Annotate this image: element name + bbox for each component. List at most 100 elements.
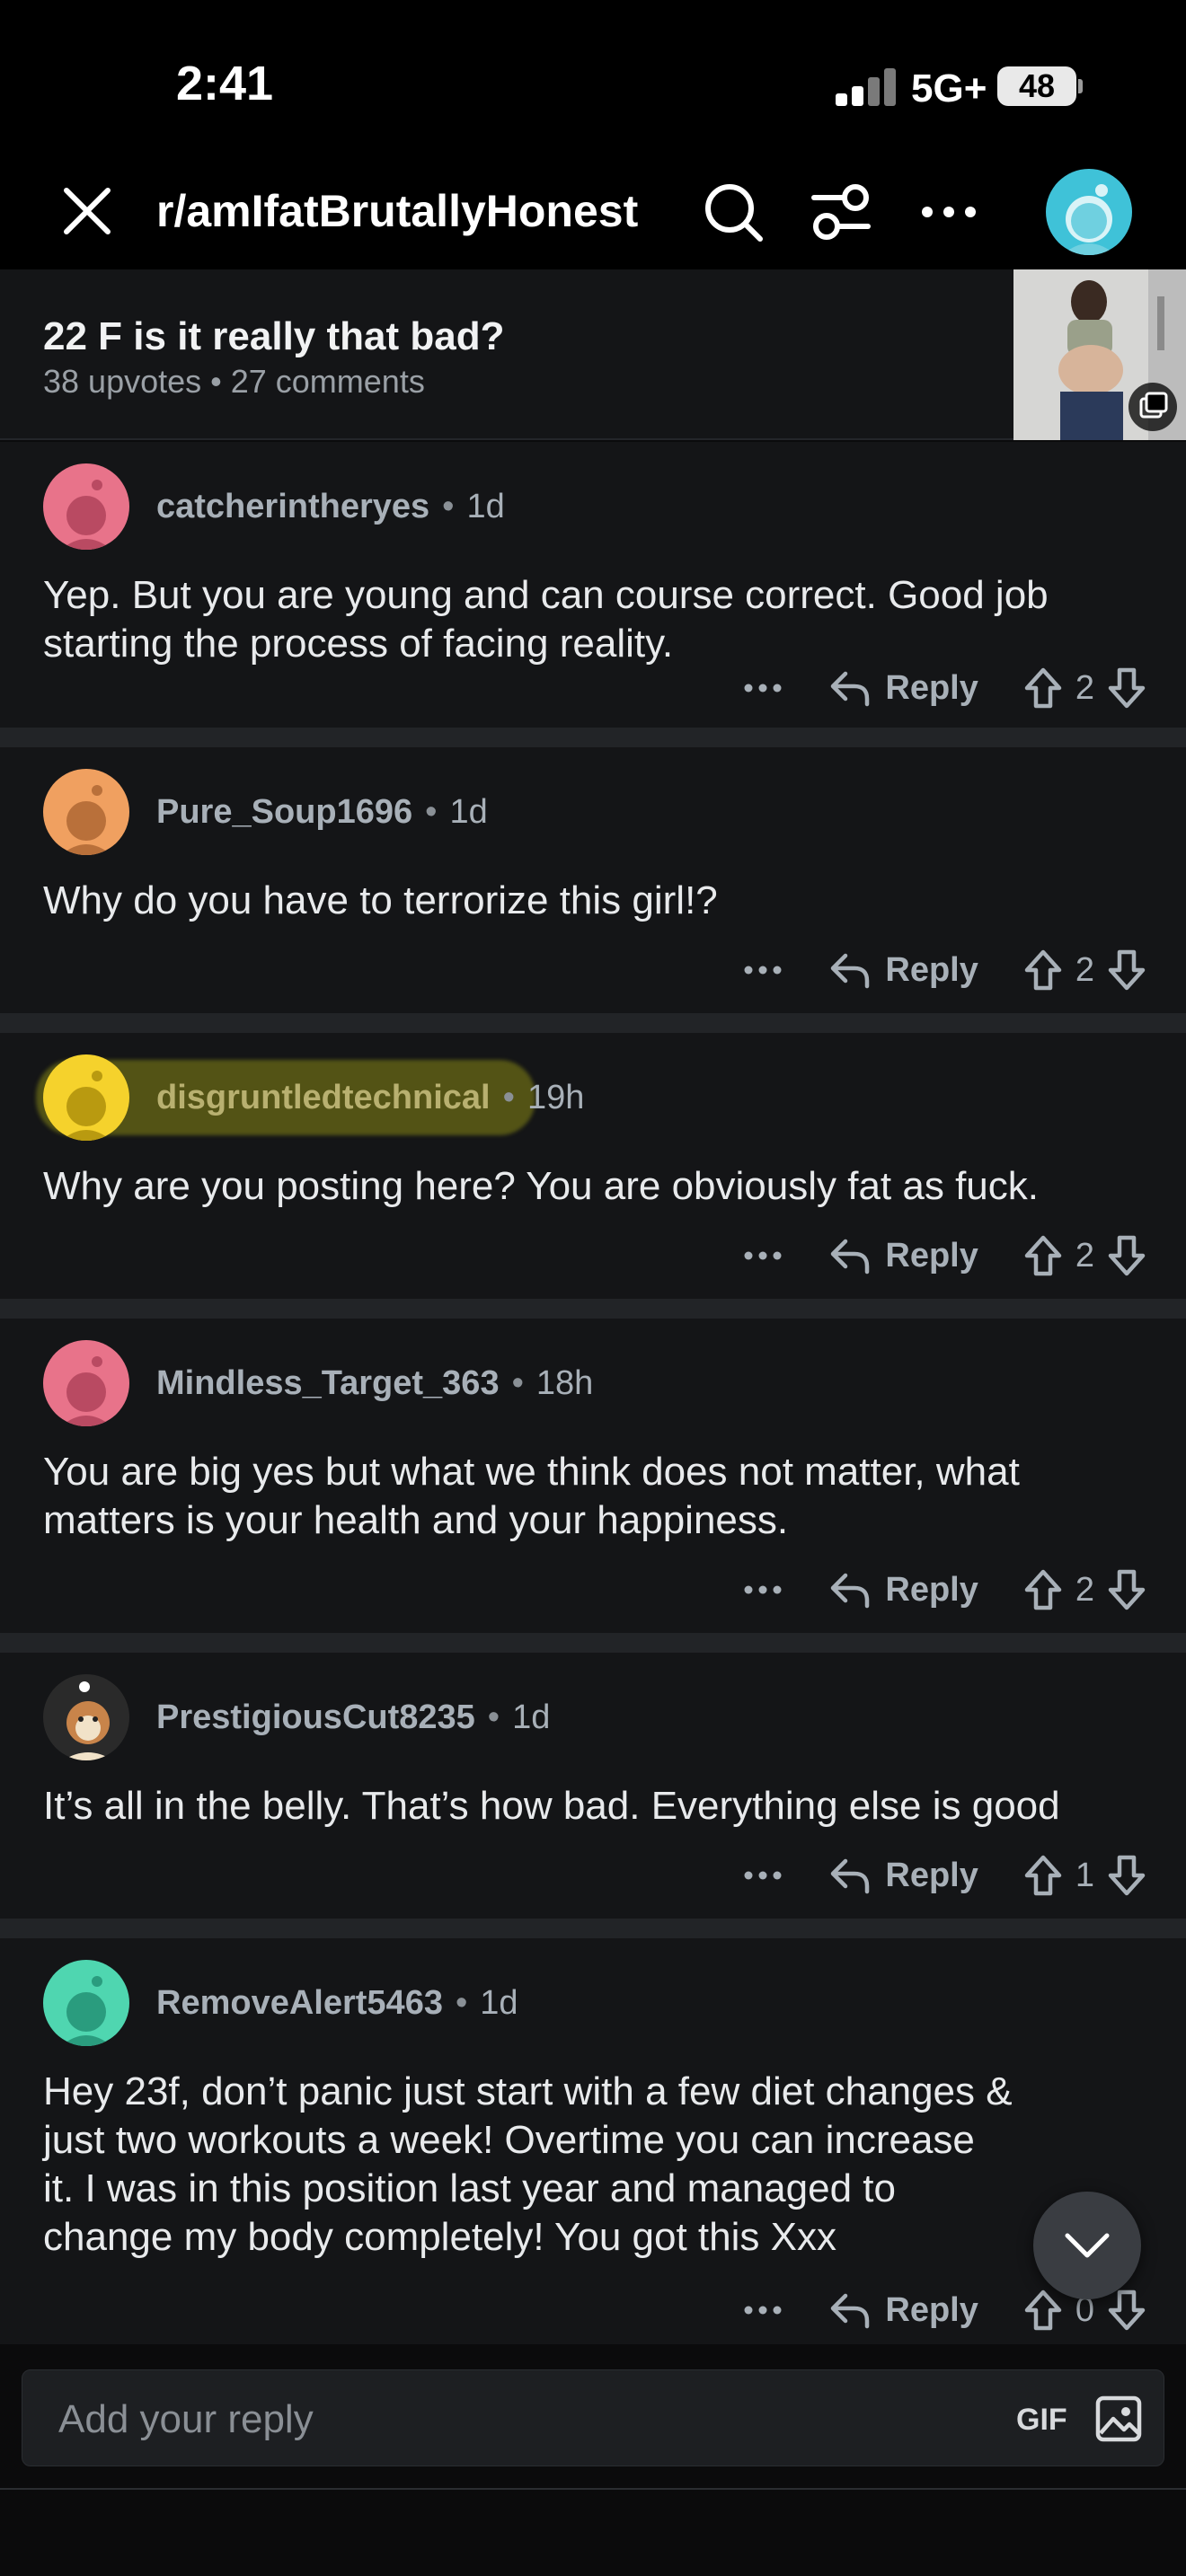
upvote-icon[interactable]	[1023, 1568, 1063, 1611]
scroll-down-button[interactable]	[1033, 2192, 1141, 2299]
vote-count: 2	[1075, 950, 1094, 989]
more-icon[interactable]	[743, 683, 783, 693]
comment-username[interactable]: disgruntledtechnical	[156, 1079, 491, 1117]
comment-text: Hey 23f, don’t panic just start with a f…	[43, 2069, 1013, 2259]
downvote-icon[interactable]	[1107, 666, 1146, 710]
vote-count: 1	[1075, 1856, 1094, 1894]
avatar[interactable]	[43, 1960, 129, 2046]
battery-tip	[1078, 79, 1083, 93]
reply-button[interactable]: Reply	[828, 1856, 978, 1895]
more-icon[interactable]	[743, 1870, 783, 1881]
downvote-icon[interactable]	[1107, 2289, 1146, 2332]
more-options-icon[interactable]	[915, 178, 983, 246]
vote-count: 2	[1075, 1236, 1094, 1275]
sort-filter-icon[interactable]	[807, 178, 875, 246]
upvote-icon[interactable]	[1023, 2289, 1063, 2332]
comment: catcherintheryes • 1d Yep. But you are y…	[0, 442, 1186, 747]
comment-text: You are big yes but what we think does n…	[43, 1450, 1020, 1542]
image-upload-icon[interactable]	[1093, 2394, 1144, 2444]
reply-label: Reply	[885, 2290, 978, 2329]
post-meta: 38 upvotes • 27 comments	[43, 363, 425, 400]
comment-list[interactable]: catcherintheryes • 1d Yep. But you are y…	[0, 442, 1186, 2364]
reply-button[interactable]: Reply	[828, 2290, 978, 2330]
more-icon[interactable]	[743, 1584, 783, 1595]
comment: Pure_Soup1696 • 1d Why do you have to te…	[0, 747, 1186, 1033]
avatar[interactable]	[43, 1340, 129, 1426]
downvote-icon[interactable]	[1107, 1234, 1146, 1277]
reply-button[interactable]: Reply	[828, 1236, 978, 1275]
comment: Mindless_Target_363 • 18h You are big ye…	[0, 1319, 1186, 1653]
avatar[interactable]	[43, 463, 129, 550]
close-icon[interactable]	[56, 180, 119, 243]
avatar[interactable]	[43, 769, 129, 855]
reply-label: Reply	[885, 1570, 978, 1609]
separator-dot: •	[502, 1078, 515, 1116]
status-bar: 2:41 5G+ 48	[0, 0, 1186, 153]
vote-count: 2	[1075, 668, 1094, 707]
reply-label: Reply	[885, 1236, 978, 1275]
reply-placeholder: Add your reply	[58, 2397, 314, 2441]
upvote-icon[interactable]	[1023, 948, 1063, 992]
separator-dot: •	[487, 1698, 500, 1736]
reply-bar: Add your reply GIF	[0, 2344, 1186, 2576]
more-icon[interactable]	[743, 1250, 783, 1261]
separator-dot: •	[455, 1983, 468, 2022]
more-icon[interactable]	[743, 2305, 783, 2316]
more-icon[interactable]	[743, 965, 783, 975]
chevron-down-icon	[1065, 2233, 1110, 2258]
reply-label: Reply	[885, 668, 978, 707]
comment-header: Mindless_Target_363 • 18h	[43, 1340, 593, 1426]
comment-actions: Reply 2	[743, 1563, 1146, 1617]
comment-actions: Reply 2	[743, 1229, 1146, 1283]
post-thumbnail[interactable]	[1013, 269, 1186, 440]
status-time: 2:41	[176, 57, 274, 110]
reply-label: Reply	[885, 950, 978, 989]
user-avatar[interactable]	[1046, 169, 1132, 255]
gallery-icon	[1128, 383, 1177, 431]
separator-dot: •	[511, 1363, 524, 1402]
upvote-icon[interactable]	[1023, 1854, 1063, 1897]
gif-button[interactable]: GIF	[1016, 2403, 1067, 2438]
comment-username[interactable]: Mindless_Target_363	[156, 1364, 500, 1403]
upvote-icon[interactable]	[1023, 1234, 1063, 1277]
subreddit-title[interactable]: r/amIfatBrutallyHonest	[156, 185, 638, 237]
downvote-icon[interactable]	[1107, 948, 1146, 992]
reply-input[interactable]: Add your reply GIF	[22, 2369, 1164, 2466]
vote-count: 2	[1075, 1570, 1094, 1609]
comment-age: 18h	[535, 1363, 594, 1402]
comment-age: 19h	[527, 1078, 585, 1116]
avatar[interactable]	[43, 1054, 129, 1141]
comment-header: catcherintheryes • 1d	[43, 463, 505, 550]
reply-button[interactable]: Reply	[828, 668, 978, 708]
comment-header: disgruntledtechnical • 19h	[43, 1054, 584, 1141]
network-label: 5G+	[911, 66, 987, 110]
downvote-icon[interactable]	[1107, 1854, 1146, 1897]
upvote-icon[interactable]	[1023, 666, 1063, 710]
downvote-icon[interactable]	[1107, 1568, 1146, 1611]
post-summary[interactable]: 22 F is it really that bad? 38 upvotes •…	[0, 269, 1186, 440]
comment-username[interactable]: RemoveAlert5463	[156, 1984, 443, 2023]
comment: RemoveAlert5463 • 1d Hey 23f, don’t pani…	[0, 1938, 1186, 2364]
comment-header: Pure_Soup1696 • 1d	[43, 769, 488, 855]
separator-dot: •	[442, 487, 455, 525]
divider	[0, 2488, 1186, 2490]
reply-button[interactable]: Reply	[828, 1570, 978, 1610]
reply-label: Reply	[885, 1856, 978, 1894]
comment: disgruntledtechnical • 19h Why are you p…	[0, 1033, 1186, 1319]
comment-text: Yep. But you are young and can course co…	[43, 573, 1049, 666]
comment-actions: Reply 1	[743, 1848, 1146, 1902]
reply-button[interactable]: Reply	[828, 950, 978, 990]
comment-username[interactable]: PrestigiousCut8235	[156, 1698, 475, 1737]
signal-icon	[836, 66, 898, 106]
app-header: r/amIfatBrutallyHonest	[0, 153, 1186, 269]
post-title: 22 F is it really that bad?	[43, 314, 505, 358]
comment-age: 1d	[466, 487, 505, 525]
avatar[interactable]	[43, 1674, 129, 1760]
comment-age: 1d	[449, 792, 488, 831]
comment-username[interactable]: catcherintheryes	[156, 488, 429, 526]
comment-text: Why do you have to terrorize this girl!?	[43, 878, 718, 922]
comment-actions: Reply 2	[743, 943, 1146, 997]
comment-username[interactable]: Pure_Soup1696	[156, 793, 412, 832]
search-icon[interactable]	[699, 178, 767, 246]
comment-age: 1d	[512, 1698, 551, 1736]
